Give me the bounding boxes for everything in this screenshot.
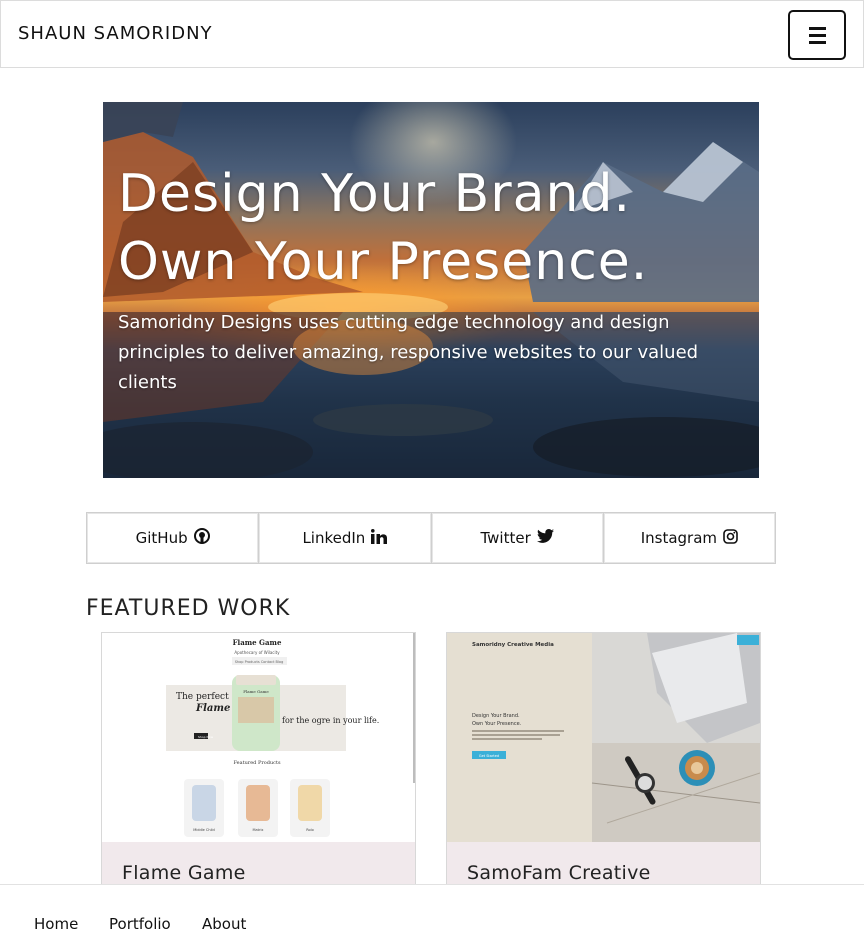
samofam-creative-thumbnail: Samoridny Creative Media Design Your Bra… xyxy=(447,633,760,842)
thumb-site-name: Flame Game xyxy=(233,638,282,647)
flame-game-thumbnail: Flame Game Apothecary of Wilacity Shop P… xyxy=(102,633,415,842)
thumb-hero-left-2: Flame xyxy=(195,703,230,714)
instagram-link[interactable]: Instagram xyxy=(604,513,775,563)
twitter-icon xyxy=(536,529,554,547)
flame-game-screenshot: Flame Game Apothecary of Wilacity Shop P… xyxy=(102,633,415,842)
hero-subtitle: Samoridny Designs uses cutting edge tech… xyxy=(118,312,699,393)
linkedin-link[interactable]: LinkedIn xyxy=(259,513,432,563)
github-link-label: GitHub xyxy=(135,529,188,547)
twitter-link[interactable]: Twitter xyxy=(432,513,604,563)
thumb-headline-1: Design Your Brand. xyxy=(472,713,520,719)
top-navbar: SHAUN SAMORIDNY xyxy=(0,0,864,68)
hero-headline: Design Your Brand. Own Your Presence. xyxy=(118,160,738,296)
thumb-jar-label: Flame Game xyxy=(243,689,269,694)
thumb-hero-right: for the ogre in your life. xyxy=(282,716,379,725)
thumb-nav: Shop Products Contact Blog xyxy=(235,660,284,664)
thumb-product-1: Middle Child xyxy=(193,828,215,832)
twitter-link-label: Twitter xyxy=(480,529,531,547)
thumb-button: Shop Now xyxy=(198,735,214,739)
bottom-navbar: Home Portfolio About xyxy=(0,884,864,945)
hamburger-menu-icon xyxy=(808,25,826,46)
thumb-hero-left-1: The perfect xyxy=(176,692,229,702)
hamburger-menu-button[interactable] xyxy=(788,10,846,60)
linkedin-icon xyxy=(371,528,388,548)
hero-headline-line-1: Design Your Brand. xyxy=(118,164,632,224)
samofam-creative-screenshot: Samoridny Creative Media Design Your Bra… xyxy=(447,633,760,842)
nav-link-about[interactable]: About xyxy=(202,915,246,933)
hero-banner: Design Your Brand. Own Your Presence. Sa… xyxy=(103,102,759,478)
thumb-product-2: Matrix xyxy=(252,828,263,832)
project-card-samofam-creative[interactable]: Samoridny Creative Media Design Your Bra… xyxy=(446,632,761,894)
github-icon xyxy=(193,528,210,548)
instagram-link-label: Instagram xyxy=(640,529,718,547)
thumb-site-name: Samoridny Creative Media xyxy=(472,642,554,648)
nav-link-portfolio[interactable]: Portfolio xyxy=(109,915,171,933)
hero-headline-line-2: Own Your Presence. xyxy=(118,232,649,292)
project-card-flame-game[interactable]: Flame Game Apothecary of Wilacity Shop P… xyxy=(101,632,416,894)
thumb-products-heading: Featured Products xyxy=(233,760,280,766)
social-links-bar: GitHub LinkedIn Twitter Instagram xyxy=(86,512,776,564)
instagram-icon xyxy=(723,528,738,548)
thumb-headline-2: Own Your Presence. xyxy=(472,721,522,727)
site-brand[interactable]: SHAUN SAMORIDNY xyxy=(18,23,213,44)
thumb-tagline: Apothecary of Wilacity xyxy=(234,650,280,655)
project-title: Flame Game xyxy=(122,862,246,884)
nav-link-home[interactable]: Home xyxy=(34,915,78,933)
featured-work-heading: FEATURED WORK xyxy=(86,596,291,621)
project-title: SamoFam Creative xyxy=(467,862,651,884)
github-link[interactable]: GitHub xyxy=(87,513,260,563)
thumb-button: Get Started xyxy=(479,754,499,758)
thumb-product-3: Rolo xyxy=(306,828,314,832)
linkedin-link-label: LinkedIn xyxy=(302,529,366,547)
